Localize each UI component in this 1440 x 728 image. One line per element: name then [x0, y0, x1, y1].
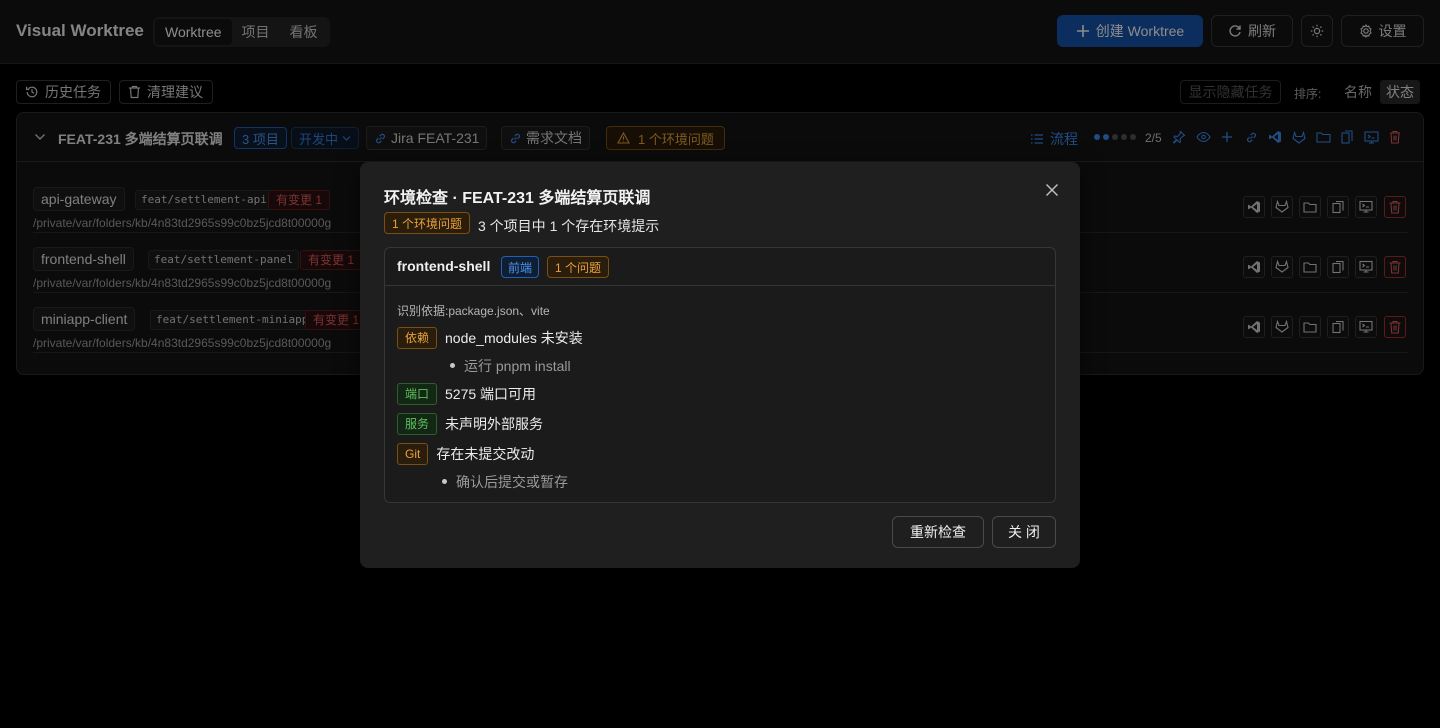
- env-check-dialog: 环境检查 · FEAT-231 多端结算页联调 1 个环境问题 3 个项目中 1…: [360, 162, 1080, 568]
- check-text: 5275 端口可用: [445, 386, 537, 402]
- detection-basis: 识别依据:package.json、vite: [397, 304, 550, 318]
- check-hint: 运行 pnpm install: [450, 358, 571, 374]
- recheck-button[interactable]: 重新检查: [892, 516, 984, 548]
- check-item: 依赖 node_modules 未安装: [397, 327, 583, 349]
- close-icon[interactable]: [1042, 180, 1062, 200]
- check-tag: Git: [397, 443, 429, 465]
- check-text: 未声明外部服务: [445, 416, 544, 432]
- check-text: node_modules 未安装: [445, 330, 583, 346]
- check-tag: 依赖: [397, 327, 438, 349]
- project-type-badge: 前端: [501, 256, 540, 278]
- check-tag: 端口: [397, 383, 438, 405]
- project-name: frontend-shell: [397, 258, 491, 274]
- check-text: 存在未提交改动: [436, 446, 535, 462]
- check-summary: 3 个项目中 1 个存在环境提示: [478, 218, 660, 234]
- project-check-header: frontend-shell 前端 1 个问题: [385, 248, 1055, 286]
- check-tag: 服务: [397, 413, 438, 435]
- check-item: 服务 未声明外部服务: [397, 413, 543, 435]
- env-issue-count-badge: 1 个环境问题: [384, 212, 471, 234]
- project-check-panel: frontend-shell 前端 1 个问题 识别依据:package.jso…: [384, 247, 1056, 503]
- close-button[interactable]: 关 闭: [992, 516, 1056, 548]
- check-item: Git 存在未提交改动: [397, 443, 534, 465]
- project-issue-badge: 1 个问题: [547, 256, 610, 278]
- check-item: 端口 5275 端口可用: [397, 383, 536, 405]
- dialog-title: 环境检查 · FEAT-231 多端结算页联调: [384, 190, 651, 207]
- check-hint: 确认后提交或暂存: [442, 474, 568, 490]
